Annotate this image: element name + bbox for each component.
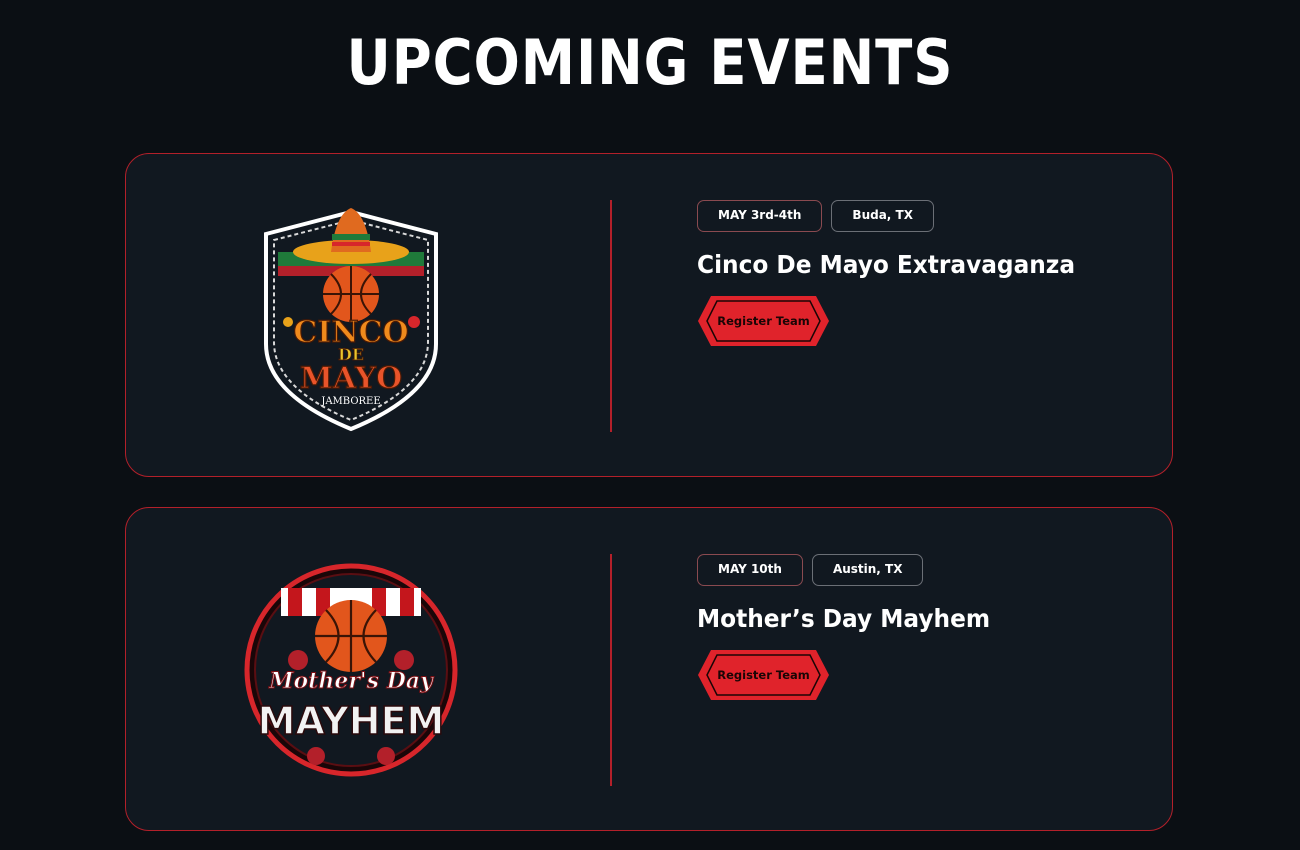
svg-text:MAYO: MAYO <box>300 361 403 396</box>
event-card: CINCO DE MAYO JAMBOREE MAY 3rd-4th Buda,… <box>125 153 1173 477</box>
mothers-day-mayhem-logo: Mother's Day MAYHEM <box>236 548 466 788</box>
event-info: MAY 10th Austin, TX Mother’s Day Mayhem … <box>697 554 1137 701</box>
event-title: Mother’s Day Mayhem <box>697 604 991 633</box>
svg-text:MAYHEM: MAYHEM <box>258 699 445 743</box>
svg-text:JAMBOREE: JAMBOREE <box>320 396 380 407</box>
event-title: Cinco De Mayo Extravaganza <box>697 250 1076 279</box>
register-team-button[interactable]: Register Team <box>697 295 830 347</box>
card-divider <box>610 554 612 786</box>
event-date-badge: MAY 3rd-4th <box>697 200 823 232</box>
event-date-badge: MAY 10th <box>697 554 803 586</box>
register-button-label: Register Team <box>717 314 810 328</box>
register-button-label: Register Team <box>717 668 810 682</box>
event-tags: MAY 3rd-4th Buda, TX <box>697 200 1137 232</box>
card-divider <box>610 200 612 432</box>
event-location-badge: Austin, TX <box>811 554 924 586</box>
event-info: MAY 3rd-4th Buda, TX Cinco De Mayo Extra… <box>697 200 1137 347</box>
event-tags: MAY 10th Austin, TX <box>697 554 1137 586</box>
event-location-badge: Buda, TX <box>831 200 934 232</box>
cinco-de-mayo-logo: CINCO DE MAYO JAMBOREE <box>236 194 466 434</box>
event-card: Mother's Day MAYHEM MAY 10th Austin, TX … <box>125 507 1173 831</box>
cinco-de-mayo-jamboree-logo-icon: CINCO DE MAYO JAMBOREE <box>264 208 438 432</box>
page-title: UPCOMING EVENTS <box>346 26 954 99</box>
mothers-day-mayhem-logo-icon: Mother's Day MAYHEM <box>244 563 458 777</box>
upcoming-events-page: UPCOMING EVENTS CINCO DE MAYO JAMBOREE M… <box>0 0 1300 850</box>
register-team-button[interactable]: Register Team <box>697 649 830 701</box>
svg-text:Mother's Day: Mother's Day <box>268 668 435 694</box>
